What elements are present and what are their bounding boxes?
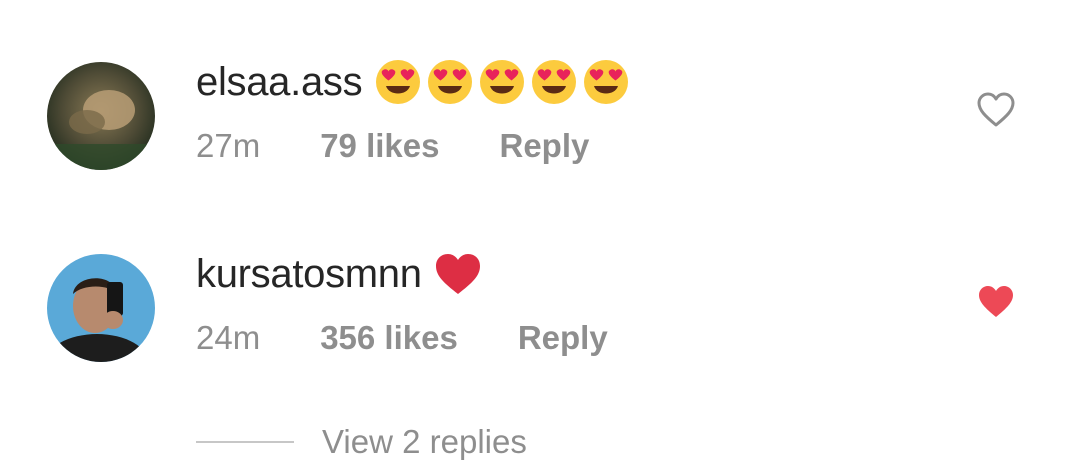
- comment-meta: 24m 356 likes Reply: [196, 318, 608, 358]
- username[interactable]: elsaa.ass: [196, 60, 363, 105]
- username[interactable]: kursatosmnn: [196, 252, 422, 297]
- comment-text: elsaa.ass: [196, 52, 630, 112]
- comment-meta: 27m 79 likes Reply: [196, 126, 589, 166]
- heart-eyes-emoji-icon: [478, 58, 526, 106]
- avatar[interactable]: [47, 254, 155, 362]
- comment-text: kursatosmnn: [196, 244, 482, 304]
- timestamp: 27m: [196, 127, 261, 164]
- emoji-row: [374, 58, 630, 106]
- heart-eyes-emoji-icon: [426, 58, 474, 106]
- like-heart-outline-icon[interactable]: [977, 92, 1015, 128]
- likes-count[interactable]: 356 likes: [320, 319, 458, 357]
- heart-eyes-emoji-icon: [374, 58, 422, 106]
- heart-eyes-emoji-icon: [582, 58, 630, 106]
- reply-button[interactable]: Reply: [518, 319, 608, 357]
- reply-button[interactable]: Reply: [499, 127, 589, 165]
- view-replies-label: View 2 replies: [322, 423, 527, 460]
- view-replies-button[interactable]: View 2 replies: [196, 420, 527, 464]
- avatar[interactable]: [47, 62, 155, 170]
- timestamp: 24m: [196, 319, 261, 356]
- comment-item: elsaa.ass 27m 79 likes Reply: [0, 0, 1080, 200]
- likes-count[interactable]: 79 likes: [320, 127, 439, 165]
- red-heart-emoji-icon: [434, 250, 482, 298]
- comment-item: kursatosmnn 24m 356 likes Reply: [0, 200, 1080, 390]
- replies-divider: [196, 441, 294, 443]
- heart-eyes-emoji-icon: [530, 58, 578, 106]
- like-heart-filled-icon[interactable]: [977, 284, 1015, 320]
- emoji-row: [434, 250, 482, 298]
